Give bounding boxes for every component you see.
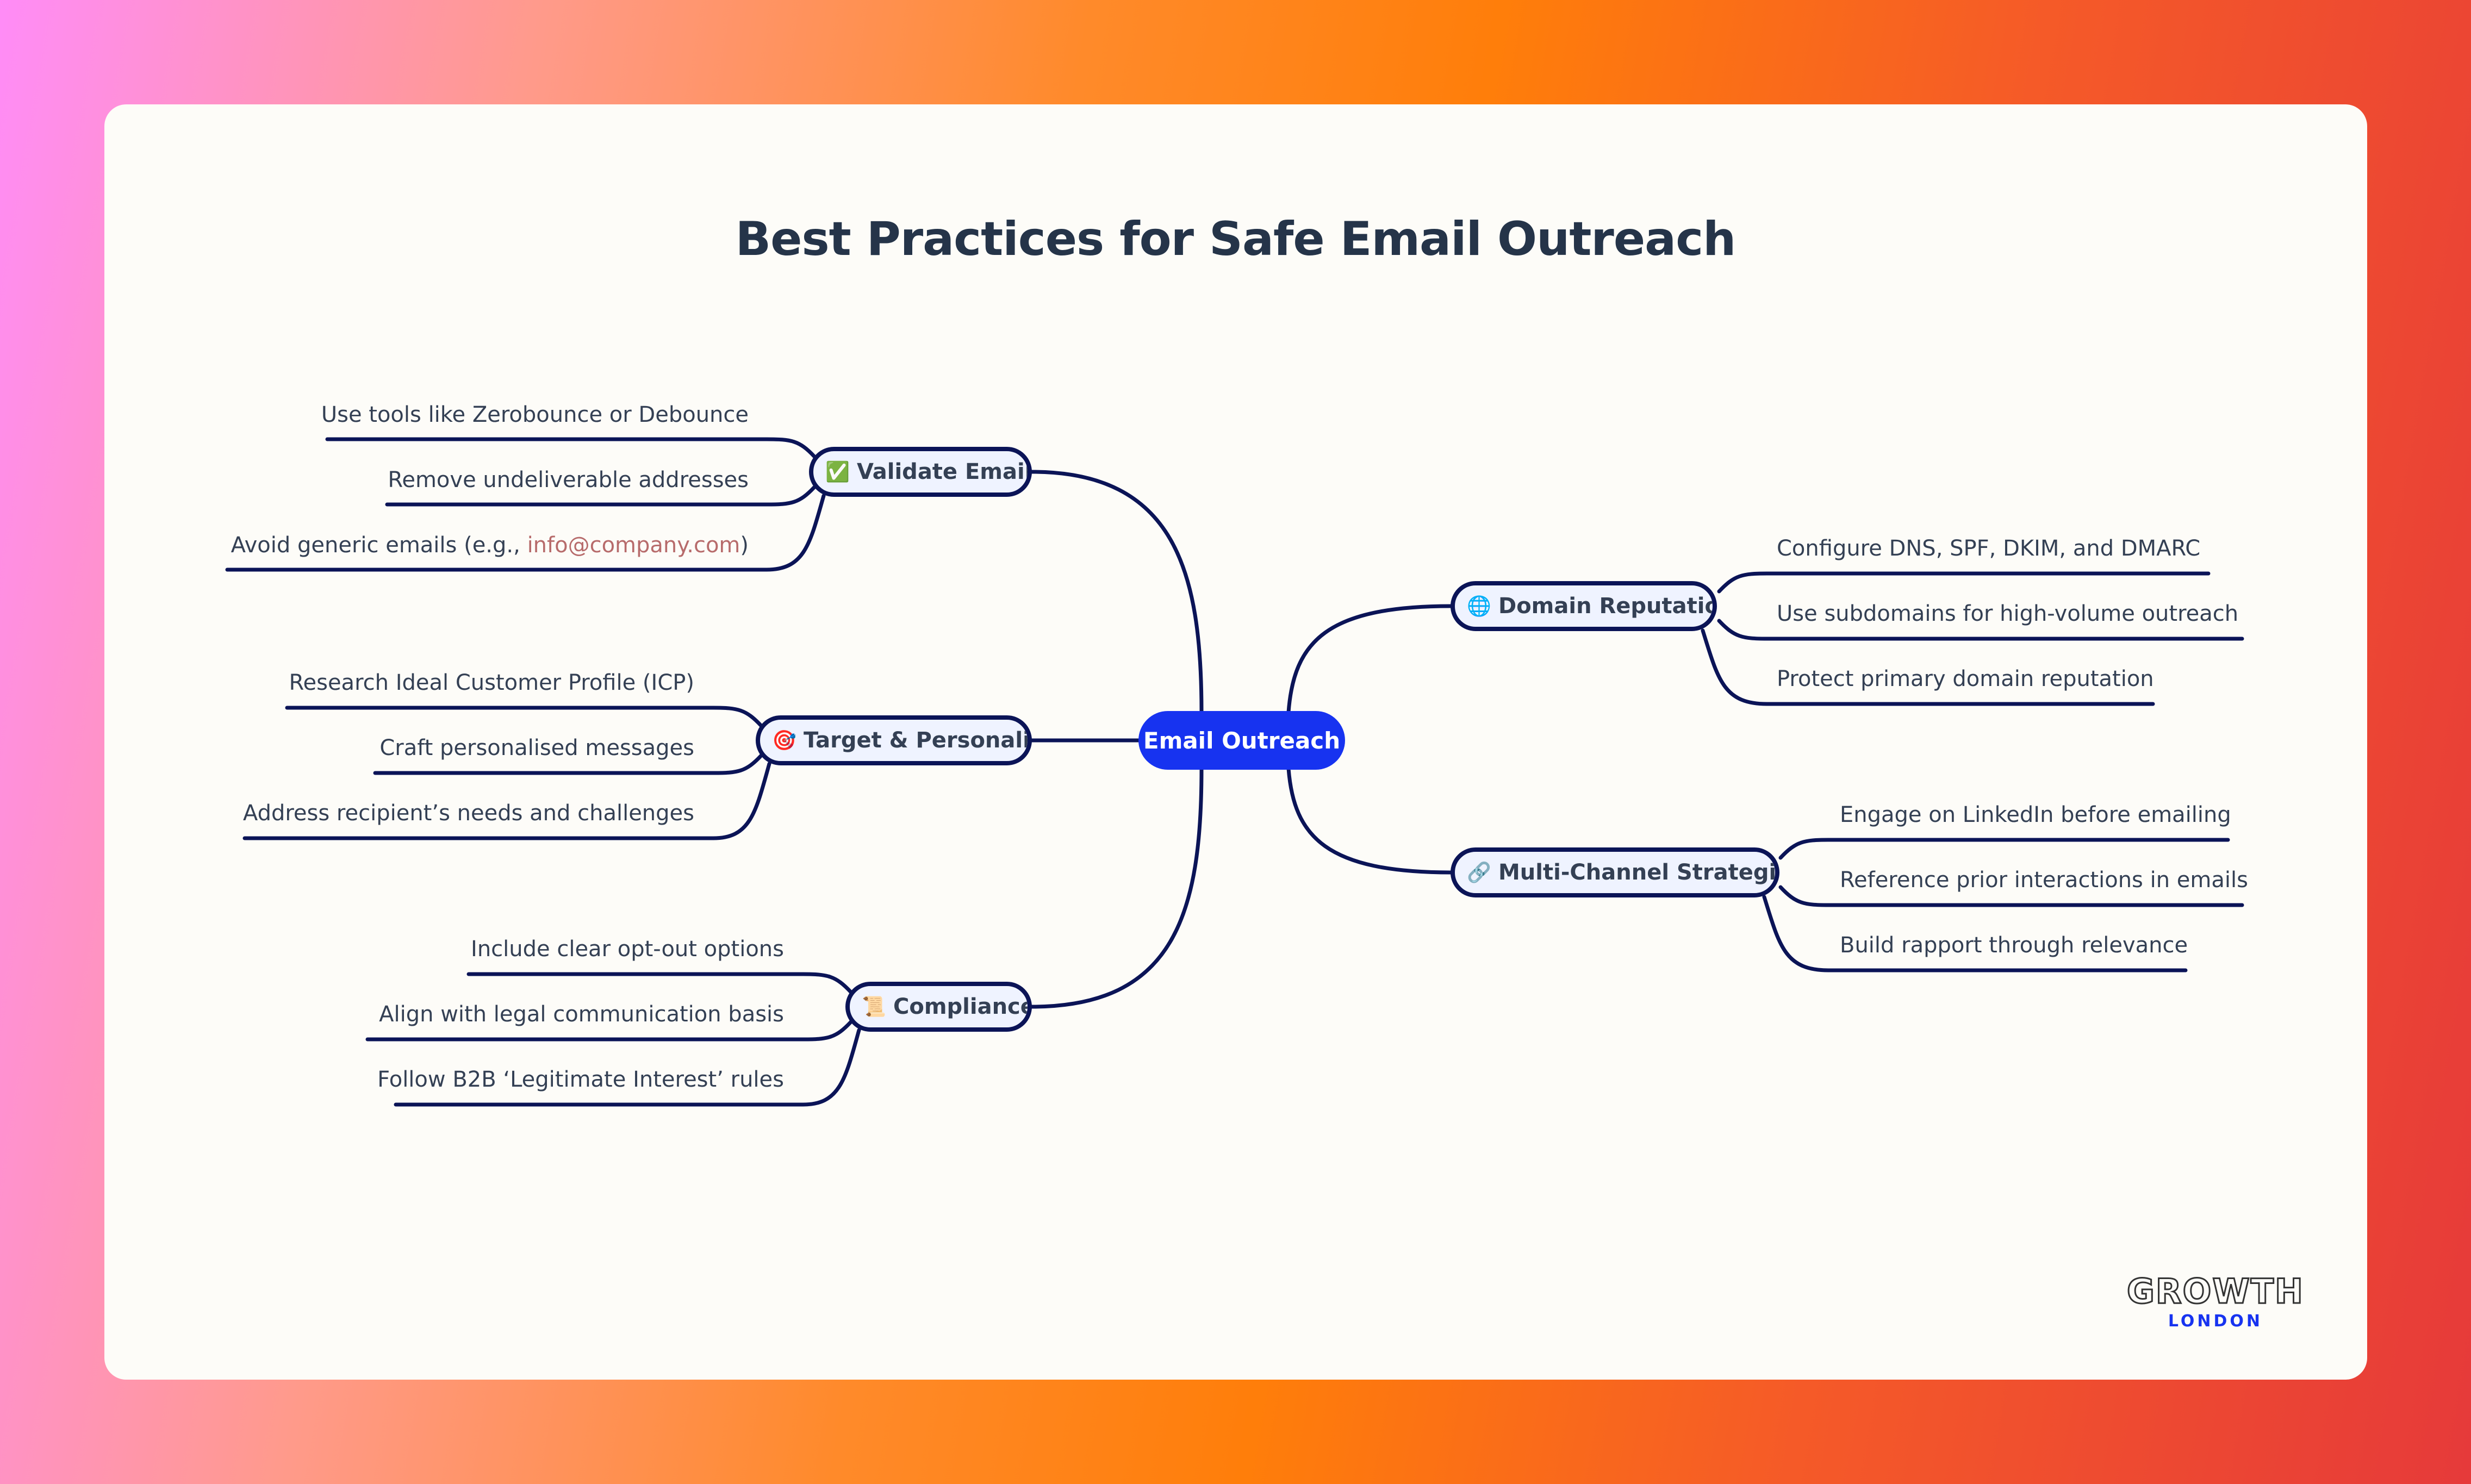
leaf-domain-2: Use subdomains for high-volume outreach <box>1777 601 2239 626</box>
leaf-target-2: Craft personalised messages <box>379 735 694 760</box>
leaf-text: Avoid generic emails (e.g., <box>231 533 527 558</box>
leaf-target-1: Research Ideal Customer Profile (ICP) <box>289 670 695 695</box>
branch-label: Validate Emails <box>857 459 1032 484</box>
growth-london-logo: GROWTH LONDON <box>2126 1271 2304 1331</box>
branch-label: Compliance <box>893 994 1032 1019</box>
connector-leaf <box>285 706 763 728</box>
logo-sub-text: LONDON <box>2168 1312 2263 1331</box>
connector-root-compliance <box>1030 766 1204 1009</box>
leaf-compliance-2: Align with legal communication basis <box>379 1002 784 1027</box>
globe-icon: 🌐 <box>1467 595 1491 618</box>
branch-node-target-personalise[interactable]: 🎯 Target & Personalise <box>756 715 1032 765</box>
branch-label: Multi-Channel Strategies <box>1498 860 1779 885</box>
link-icon: 🔗 <box>1467 862 1491 884</box>
email-highlight: info@company.com <box>527 533 740 558</box>
connector-root-multichannel <box>1286 766 1454 875</box>
connector-leaf <box>325 437 817 459</box>
connector-leaf <box>1778 838 2230 860</box>
connector-leaf <box>1717 571 2211 594</box>
branch-label: Target & Personalise <box>804 728 1030 753</box>
leaf-multichannel-3: Build rapport through relevance <box>1840 933 2188 958</box>
leaf-text: ) <box>740 533 749 558</box>
leaf-validate-3: Avoid generic emails (e.g., info@company… <box>231 533 749 558</box>
branch-node-multi-channel-strategies[interactable]: 🔗 Multi-Channel Strategies <box>1451 847 1779 897</box>
leaf-domain-3: Protect primary domain reputation <box>1777 666 2154 691</box>
target-icon: 🎯 <box>772 729 796 752</box>
leaf-domain-1: Configure DNS, SPF, DKIM, and DMARC <box>1777 536 2201 561</box>
branch-node-domain-reputation[interactable]: 🌐 Domain Reputation <box>1451 581 1717 631</box>
connector-leaf <box>466 972 853 994</box>
leaf-compliance-3: Follow B2B ‘Legitimate Interest’ rules <box>377 1067 784 1092</box>
connector-root-domain <box>1286 604 1454 714</box>
root-node-email-outreach[interactable]: Email Outreach <box>1138 711 1345 770</box>
leaf-validate-2: Remove undeliverable addresses <box>388 467 749 492</box>
logo-main-text: GROWTH <box>2126 1271 2304 1311</box>
leaf-multichannel-2: Reference prior interactions in emails <box>1840 868 2248 893</box>
leaf-target-3: Address recipient’s needs and challenges <box>242 801 694 826</box>
leaf-compliance-1: Include clear opt-out options <box>471 937 784 962</box>
branch-node-validate-emails[interactable]: ✅ Validate Emails <box>809 447 1032 497</box>
connector-root-validate <box>1030 470 1204 714</box>
check-mark-icon: ✅ <box>825 461 850 483</box>
branch-node-compliance[interactable]: 📜 Compliance <box>845 982 1032 1032</box>
leaf-validate-1: Use tools like Zerobounce or Debounce <box>321 402 749 427</box>
scroll-icon: 📜 <box>862 996 886 1018</box>
branch-label: Domain Reputation <box>1498 594 1717 619</box>
leaf-multichannel-1: Engage on LinkedIn before emailing <box>1840 802 2231 827</box>
